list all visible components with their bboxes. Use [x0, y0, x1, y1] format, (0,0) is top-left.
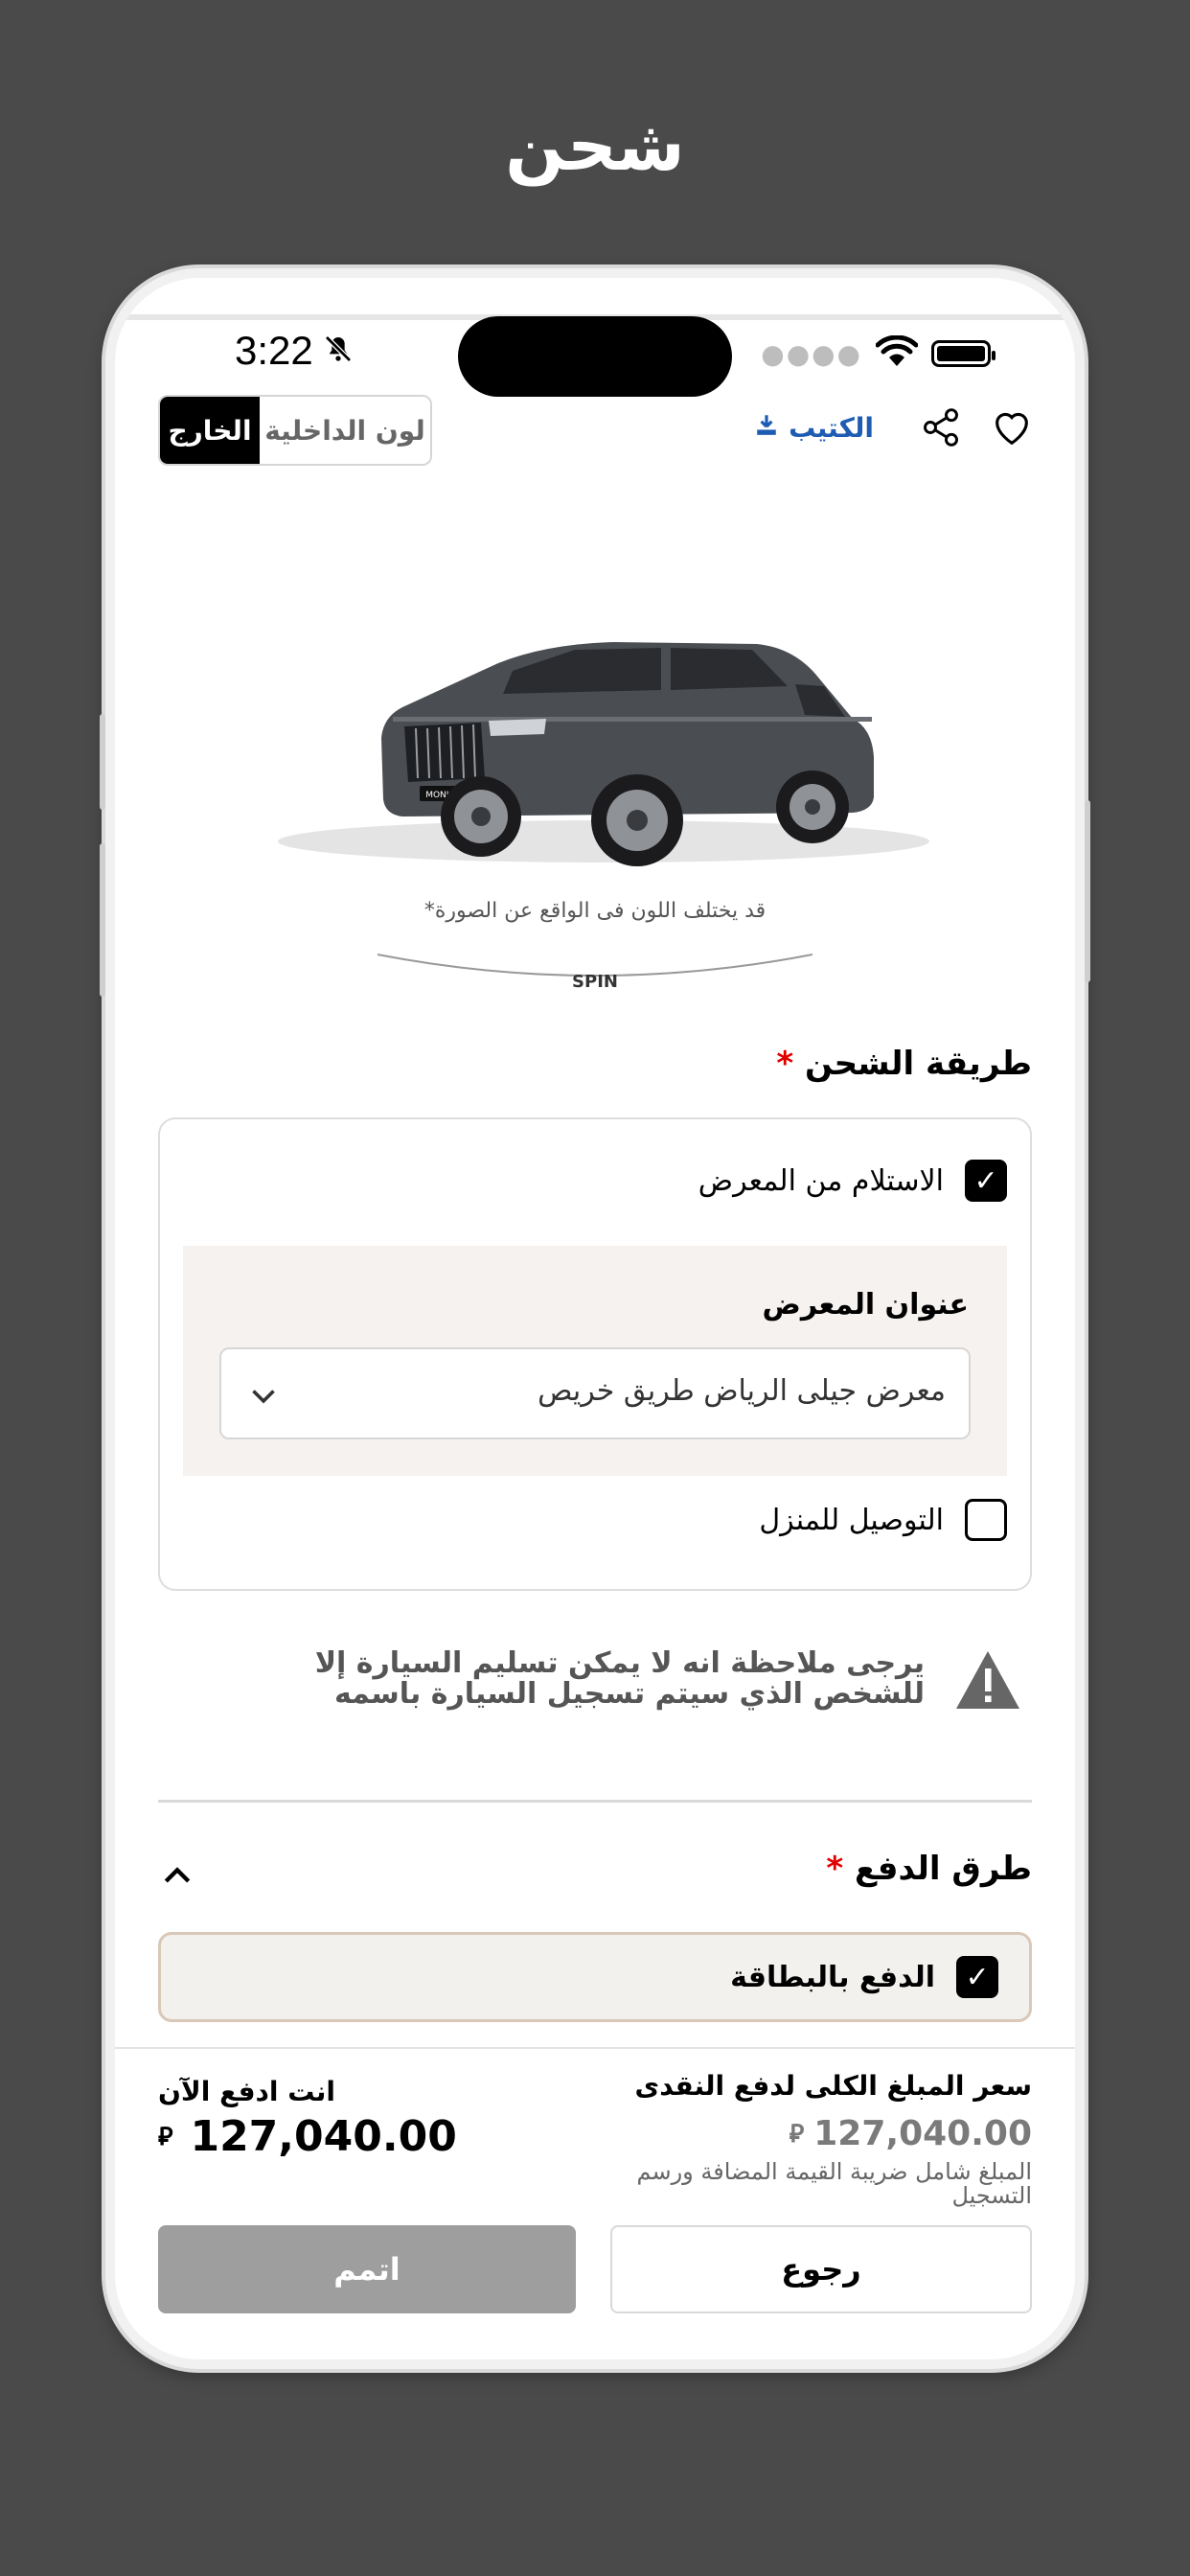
phone-frame: 3:22 ●●●● الخارج لون الداخلية الكتيب MON…	[100, 268, 1090, 2369]
color-disclaimer: قد يختلف اللون فى الواقع عن الصورة*	[423, 899, 767, 923]
chevron-up-icon[interactable]	[158, 1857, 196, 1899]
car-image[interactable]: MONJARO	[259, 594, 949, 882]
power-button	[1085, 800, 1090, 982]
card-payment-row[interactable]: ✓ الدفع بالبطاقة	[730, 1956, 998, 1998]
brochure-link[interactable]: الكتيب	[754, 412, 874, 444]
showroom-select-value: معرض جيلى الرياض طريق خريص	[538, 1374, 946, 1408]
note-text: يرجى ملاحظة انه لا يمكن تسليم السيارة إل…	[314, 1646, 925, 1711]
payment-title-text: طرق الدفع	[855, 1850, 1032, 1888]
status-time-text: 3:22	[235, 328, 313, 373]
delivery-note: يرجى ملاحظة انه لا يمكن تسليم السيارة إل…	[192, 1648, 1032, 1735]
riyal-currency-icon: ⃁	[158, 2123, 173, 2151]
chevron-down-icon	[246, 1378, 281, 1416]
wifi-icon	[875, 334, 919, 372]
payment-title: طرق الدفع *	[826, 1850, 1032, 1888]
header-actions: الكتيب	[754, 402, 1037, 452]
required-mark: *	[776, 1045, 794, 1083]
color-toggle: الخارج لون الداخلية	[158, 395, 432, 466]
pickup-option[interactable]: ✓ الاستلام من المعرض	[698, 1160, 1007, 1202]
tab-interior[interactable]: لون الداخلية	[260, 397, 430, 464]
shipping-title: طريقة الشحن *	[776, 1045, 1032, 1083]
volume-up-button	[100, 714, 105, 810]
card-payment-label: الدفع بالبطاقة	[730, 1960, 935, 1994]
battery-icon	[931, 340, 995, 367]
dynamic-island	[458, 316, 732, 397]
pay-now-amount: ⃁ 127,040.00	[158, 2112, 457, 2161]
silent-bell-icon	[323, 328, 354, 374]
riyal-currency-icon: ⃁	[789, 2120, 805, 2149]
status-indicators: ●●●●	[761, 334, 995, 372]
pickup-checkbox[interactable]: ✓	[965, 1160, 1007, 1202]
signal-icon: ●●●●	[761, 337, 862, 370]
total-price-note: المبلغ شامل ضريبة القيمة المضافة ورسم ال…	[636, 2158, 1032, 2210]
pay-now-value: 127,040.00	[190, 2112, 457, 2161]
spin-label[interactable]: SPIN	[115, 972, 1075, 992]
card-payment-option[interactable]: ✓ الدفع بالبطاقة	[158, 1932, 1032, 2022]
pickup-label: الاستلام من المعرض	[698, 1163, 944, 1198]
required-mark: *	[826, 1850, 844, 1888]
page-title: شحن	[505, 105, 685, 186]
home-delivery-checkbox[interactable]	[965, 1499, 1007, 1541]
back-button[interactable]: رجوع	[610, 2225, 1032, 2313]
tab-exterior[interactable]: الخارج	[160, 397, 260, 464]
showroom-select[interactable]: معرض جيلى الرياض طريق خريص	[219, 1347, 971, 1439]
home-delivery-option[interactable]: التوصيل للمنزل	[759, 1499, 1007, 1541]
complete-button[interactable]: اتمم	[158, 2225, 576, 2313]
shipping-title-text: طريقة الشحن	[805, 1045, 1032, 1083]
download-icon	[754, 412, 779, 444]
card-payment-checkbox[interactable]: ✓	[956, 1956, 998, 1998]
total-price-label: سعر المبلغ الكلى لدفع النقدى	[634, 2070, 1032, 2102]
total-price: ⃁ 127,040.00	[790, 2114, 1032, 2153]
checkout-footer: سعر المبلغ الكلى لدفع النقدى ⃁ 127,040.0…	[115, 2047, 1075, 2359]
app-screen: 3:22 ●●●● الخارج لون الداخلية الكتيب MON…	[115, 278, 1075, 2359]
showroom-panel: عنوان المعرض معرض جيلى الرياض طريق خريص	[183, 1246, 1007, 1476]
section-divider	[158, 1800, 1032, 1803]
favorite-heart-icon[interactable]	[987, 402, 1037, 452]
total-price-value: 127,040.00	[813, 2114, 1032, 2153]
shipping-options-box: ✓ الاستلام من المعرض عنوان المعرض معرض ج…	[158, 1117, 1032, 1591]
volume-down-button	[100, 843, 105, 997]
brochure-label: الكتيب	[789, 411, 874, 444]
showroom-address-label: عنوان المعرض	[762, 1288, 970, 1322]
status-time: 3:22	[235, 328, 354, 374]
warning-icon	[953, 1648, 1022, 1715]
share-icon[interactable]	[916, 402, 966, 452]
pay-now-label: انت ادفع الآن	[158, 2076, 336, 2107]
home-delivery-label: التوصيل للمنزل	[759, 1503, 944, 1537]
